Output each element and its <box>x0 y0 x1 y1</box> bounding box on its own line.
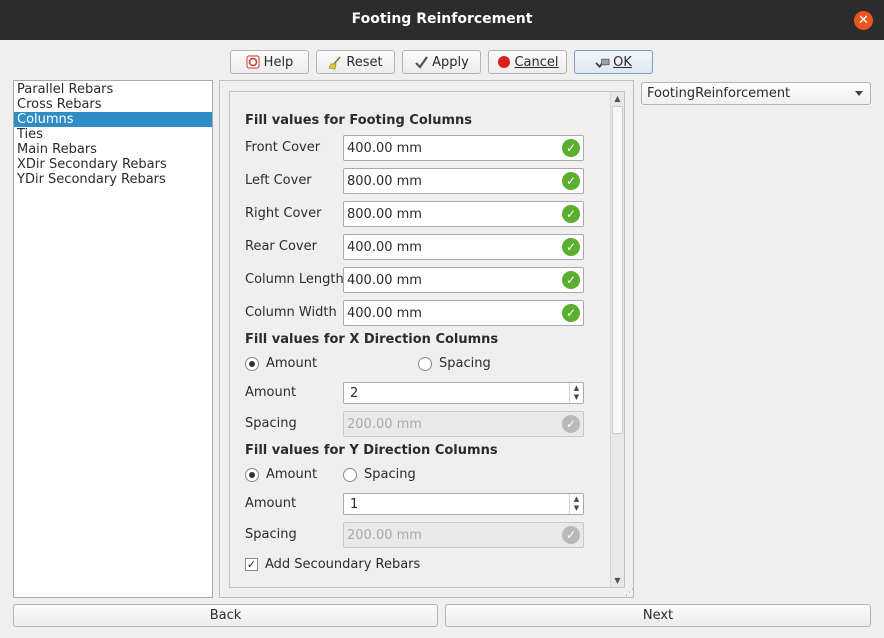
y-spacing-label: Spacing <box>245 527 297 542</box>
help-label: Help <box>263 54 294 70</box>
spin-arrows-icon[interactable]: ▲ ▼ <box>569 494 583 514</box>
window-title: Footing Reinforcement <box>351 11 533 27</box>
form-scroll-area: Fill values for Footing Columns Front Co… <box>229 91 625 588</box>
y-spacing-radio[interactable]: Spacing <box>343 467 416 482</box>
reset-label: Reset <box>346 54 383 70</box>
radio-selected-icon <box>245 356 259 371</box>
sidebar-item-cross-rebars[interactable]: Cross Rebars <box>14 97 212 112</box>
y-direction-heading: Fill values for Y Direction Columns <box>245 443 498 458</box>
sidebar-item-parallel-rebars[interactable]: Parallel Rebars <box>14 82 212 97</box>
left-cover-field[interactable]: 800.00 mm ✓ <box>343 168 584 194</box>
object-selector-value: FootingReinforcement <box>647 86 791 101</box>
valid-check-icon: ✓ <box>562 238 580 256</box>
x-amount-value: 2 <box>350 385 359 401</box>
rear-cover-value: 400.00 mm <box>347 239 422 255</box>
footing-columns-heading: Fill values for Footing Columns <box>245 113 473 128</box>
reset-button[interactable]: Reset <box>316 50 395 74</box>
rear-cover-field[interactable]: 400.00 mm ✓ <box>343 234 584 260</box>
x-amount-radio[interactable]: Amount <box>245 356 317 371</box>
valid-check-icon: ✓ <box>562 172 580 190</box>
back-button[interactable]: Back <box>13 604 438 627</box>
valid-check-icon: ✓ <box>562 139 580 157</box>
radio-unselected-icon <box>343 467 357 482</box>
close-button[interactable]: ✕ <box>854 11 873 30</box>
y-amount-radio[interactable]: Amount <box>245 467 317 482</box>
scroll-down-icon[interactable]: ▼ <box>611 574 624 587</box>
scrollbar-handle[interactable] <box>612 106 623 434</box>
y-amount-label: Amount <box>245 496 297 511</box>
y-amount-value: 1 <box>350 496 359 512</box>
valid-check-icon: ✓ <box>562 304 580 322</box>
valid-check-icon: ✓ <box>562 271 580 289</box>
y-spacing-field: 200.00 mm ✓ <box>343 522 584 548</box>
ok-label: OK <box>613 54 632 70</box>
cancel-button[interactable]: Cancel <box>488 50 567 74</box>
x-spacing-radio[interactable]: Spacing <box>418 356 491 371</box>
x-spacing-radio-label: Spacing <box>439 356 491 371</box>
right-cover-label: Right Cover <box>245 206 322 221</box>
cancel-label: Cancel <box>514 54 559 70</box>
y-amount-radio-label: Amount <box>266 467 318 482</box>
help-button[interactable]: Help <box>230 50 309 74</box>
chevron-down-icon <box>855 91 863 96</box>
sidebar-item-xdir-secondary-rebars[interactable]: XDir Secondary Rebars <box>14 157 212 172</box>
rear-cover-label: Rear Cover <box>245 239 317 254</box>
x-spacing-field: 200.00 mm ✓ <box>343 411 584 437</box>
right-cover-field[interactable]: 800.00 mm ✓ <box>343 201 584 227</box>
help-icon <box>246 55 261 70</box>
checkmark-icon <box>414 55 429 70</box>
broom-icon <box>328 55 343 70</box>
front-cover-field[interactable]: 400.00 mm ✓ <box>343 135 584 161</box>
scroll-up-icon[interactable]: ▲ <box>611 92 624 105</box>
x-spacing-value: 200.00 mm <box>347 416 422 432</box>
right-cover-value: 800.00 mm <box>347 206 422 222</box>
column-width-field[interactable]: 400.00 mm ✓ <box>343 300 584 326</box>
ok-button[interactable]: OK <box>574 50 653 74</box>
left-cover-value: 800.00 mm <box>347 173 422 189</box>
column-width-label: Column Width <box>245 305 337 320</box>
x-amount-radio-label: Amount <box>266 356 318 371</box>
x-direction-heading: Fill values for X Direction Columns <box>245 332 499 347</box>
radio-unselected-icon <box>418 356 432 371</box>
object-selector-dropdown[interactable]: FootingReinforcement <box>641 82 871 105</box>
radio-selected-icon <box>245 467 259 482</box>
front-cover-value: 400.00 mm <box>347 140 422 156</box>
resize-grip-icon[interactable]: ⋰ <box>625 588 634 598</box>
title-bar: Footing Reinforcement ✕ <box>0 0 884 40</box>
close-icon: ✕ <box>858 13 869 28</box>
checkbox-checked-icon: ✓ <box>245 558 258 571</box>
sidebar-item-ydir-secondary-rebars[interactable]: YDir Secondary Rebars <box>14 172 212 187</box>
x-amount-label: Amount <box>245 385 297 400</box>
ok-icon <box>595 55 610 70</box>
column-length-value: 400.00 mm <box>347 272 422 288</box>
vertical-scrollbar[interactable]: ▲ ▼ <box>610 92 624 587</box>
back-label: Back <box>209 608 242 623</box>
next-button[interactable]: Next <box>445 604 871 627</box>
front-cover-label: Front Cover <box>245 140 321 155</box>
y-spacing-radio-label: Spacing <box>364 467 416 482</box>
y-amount-spinbox[interactable]: 1 ▲ ▼ <box>343 493 584 515</box>
column-length-field[interactable]: 400.00 mm ✓ <box>343 267 584 293</box>
disabled-check-icon: ✓ <box>562 526 580 544</box>
y-spacing-value: 200.00 mm <box>347 527 422 543</box>
add-secondary-checkbox[interactable]: ✓ Add Secoundary Rebars <box>245 557 420 572</box>
next-label: Next <box>642 608 674 623</box>
column-length-label: Column Length <box>245 272 344 287</box>
x-amount-spinbox[interactable]: 2 ▲ ▼ <box>343 382 584 404</box>
x-spacing-label: Spacing <box>245 416 297 431</box>
apply-label: Apply <box>432 54 469 70</box>
column-width-value: 400.00 mm <box>347 305 422 321</box>
disabled-check-icon: ✓ <box>562 415 580 433</box>
sidebar-item-ties[interactable]: Ties <box>14 127 212 142</box>
add-secondary-label: Add Secoundary Rebars <box>265 557 421 572</box>
valid-check-icon: ✓ <box>562 205 580 223</box>
sidebar-item-main-rebars[interactable]: Main Rebars <box>14 142 212 157</box>
section-list: Parallel Rebars Cross Rebars Columns Tie… <box>13 80 213 598</box>
apply-button[interactable]: Apply <box>402 50 481 74</box>
stop-icon <box>496 55 511 70</box>
left-cover-label: Left Cover <box>245 173 312 188</box>
sidebar-item-columns[interactable]: Columns <box>14 112 212 127</box>
spin-arrows-icon[interactable]: ▲ ▼ <box>569 383 583 403</box>
